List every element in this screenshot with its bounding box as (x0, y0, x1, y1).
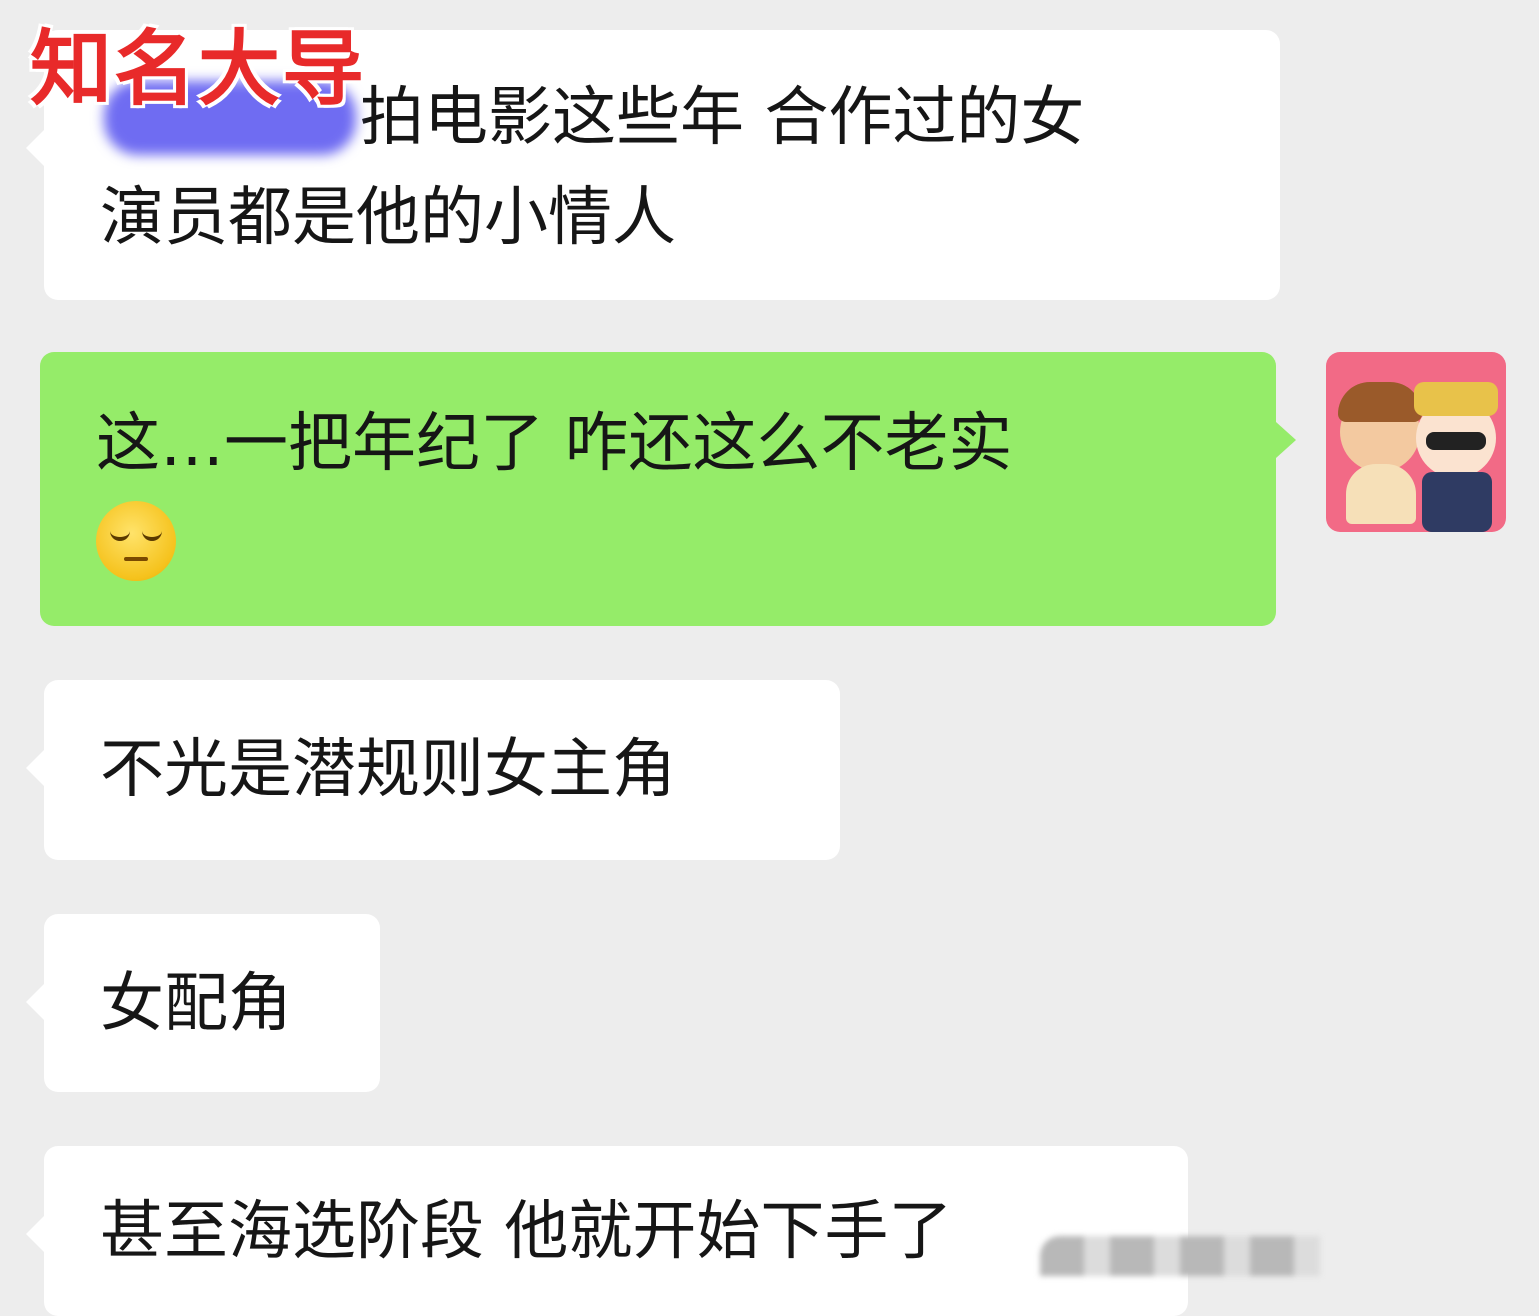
avatar-body-left (1346, 464, 1416, 524)
avatar-glasses (1426, 432, 1486, 450)
message-bubble-outgoing[interactable]: 这…一把年纪了 咋还这么不老实 (40, 352, 1296, 626)
message-bubble-incoming[interactable]: 甚至海选阶段 他就开始下手了 (26, 1146, 1188, 1316)
message-text-line: 演员都是他的小情人 (100, 181, 676, 255)
message-bubble-incoming[interactable]: 不光是潜规则女主角 (26, 680, 840, 860)
avatar-hair (1338, 382, 1422, 422)
avatar-crown (1414, 382, 1498, 416)
message-text: 甚至海选阶段 他就开始下手了 (100, 1195, 953, 1269)
message-text: 不光是潜规则女主角 (100, 733, 676, 807)
bubble-tail (26, 130, 44, 166)
smirk-face-icon (96, 501, 176, 582)
bubble-tail (26, 750, 44, 786)
chat-area: 拍电影这些年 合作过的女 演员都是他的小情人 知名大导 这…一把年纪了 咋还这么… (0, 0, 1539, 1316)
message-text-line: 这…一把年纪了 咋还这么不老实 (96, 407, 1013, 481)
bubble-tail (26, 984, 44, 1020)
bubble-tail (26, 1216, 44, 1252)
message-bubble-incoming[interactable]: 女配角 (26, 914, 380, 1092)
avatar-body-right (1422, 472, 1492, 532)
redacted-watermark (1040, 1236, 1320, 1276)
bubble-tail (1276, 422, 1296, 458)
message-text: 女配角 (100, 967, 292, 1041)
message-text-line: 拍电影这些年 合作过的女 (360, 81, 1085, 155)
overlay-caption: 知名大导 (30, 22, 367, 117)
user-avatar[interactable] (1326, 352, 1506, 532)
